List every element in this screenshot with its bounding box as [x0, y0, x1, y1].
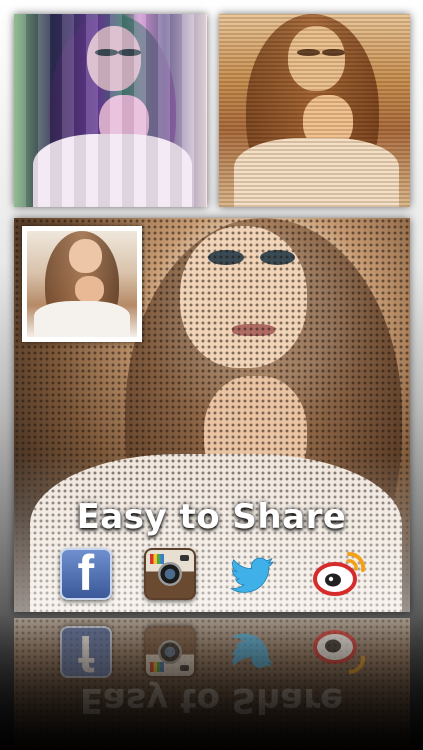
facebook-share-button[interactable]: f — [59, 545, 112, 601]
instagram-flash — [179, 555, 189, 561]
share-headline: Easy to Share — [76, 497, 347, 537]
filter-preview-warm[interactable] — [219, 14, 410, 207]
instagram-icon — [157, 562, 182, 586]
weibo-share-button[interactable] — [311, 548, 366, 600]
filter-preview-stripes[interactable] — [14, 14, 207, 207]
inset-photo-original[interactable] — [22, 226, 142, 342]
scanline-overlay — [219, 14, 410, 207]
mirror-reflection: f Easy to Share — [0, 612, 423, 750]
twitter-share-button[interactable] — [227, 548, 279, 600]
twitter-icon — [230, 557, 274, 593]
facebook-icon: f — [77, 545, 95, 601]
weibo-icon — [313, 551, 366, 596]
share-buttons: f — [0, 545, 423, 601]
instagram-rainbow-strip — [149, 554, 164, 564]
instagram-share-button[interactable] — [143, 548, 196, 600]
stripes-overlay — [14, 14, 207, 207]
photo-hands — [75, 275, 104, 304]
photo-shirt — [33, 300, 131, 337]
photo-face — [68, 239, 102, 274]
reflection-fade — [0, 612, 423, 750]
